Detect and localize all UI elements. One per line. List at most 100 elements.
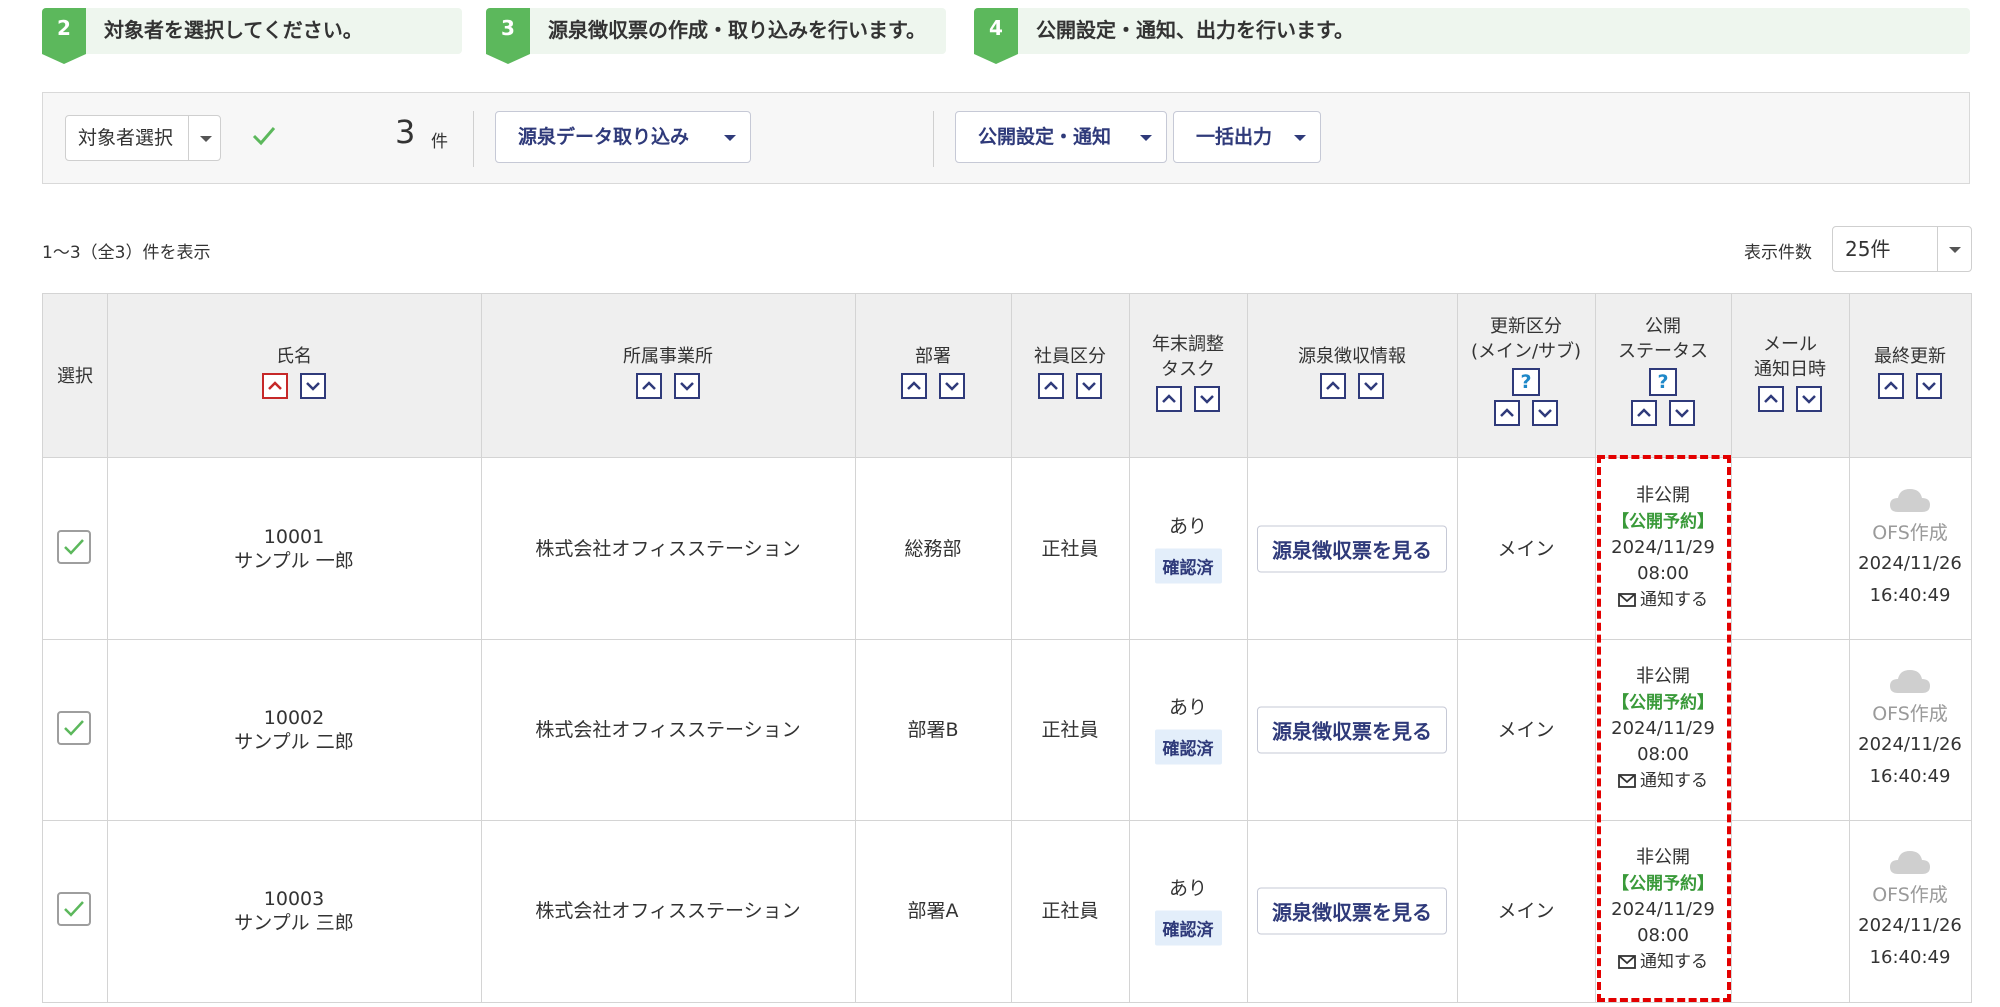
sort-desc-button[interactable]	[938, 373, 965, 399]
office-cell: 株式会社オフィスステーション	[535, 718, 801, 741]
bulk-export-button[interactable]: 一括出力	[1173, 111, 1321, 163]
view-withholding-button[interactable]: 源泉徴収票を見る	[1257, 706, 1447, 753]
import-data-button[interactable]: 源泉データ取り込み	[495, 111, 751, 163]
header-select: 選択	[57, 366, 93, 387]
sort-desc-button[interactable]	[299, 373, 326, 399]
header-mail-notify: メール 通知日時	[1731, 294, 1849, 458]
emp-type-cell: 正社員	[1041, 718, 1099, 741]
header-office: 所属事業所	[481, 294, 855, 458]
sort-desc-button[interactable]	[673, 373, 700, 399]
step-4: 4 公開設定・通知、出力を行います。	[974, 8, 1970, 64]
view-withholding-button[interactable]: 源泉徴収票を見る	[1257, 525, 1447, 572]
header-yearend-task: 年末調整 タスク	[1129, 294, 1247, 458]
step-3: 3 源泉徴収票の作成・取り込みを行います。	[486, 8, 946, 64]
last-update-cell: OFS作成 2024/11/26 16:40:49	[1849, 458, 1971, 639]
row-checkbox[interactable]	[57, 530, 91, 564]
result-count: 1〜3（全3）件を表示	[42, 243, 211, 263]
last-update-cell: OFS作成 2024/11/26 16:40:49	[1849, 820, 1971, 1001]
cloud-icon	[1890, 850, 1930, 874]
target-select-label: 対象者選択	[78, 127, 174, 149]
view-withholding-button[interactable]: 源泉徴収票を見る	[1257, 887, 1447, 934]
chevron-up-icon	[1637, 408, 1652, 417]
office-cell: 株式会社オフィスステーション	[535, 899, 801, 922]
publish-status-cell: 非公開 【公開予約】 2024/11/29 08:00 通知する	[1611, 846, 1715, 972]
chevron-down-icon	[1537, 409, 1552, 418]
withholding-cell: 源泉徴収票を見る	[1247, 458, 1457, 639]
publish-status-cell: 非公開 【公開予約】 2024/11/29 08:00 通知する	[1611, 484, 1715, 610]
sort-asc-button[interactable]	[636, 373, 663, 399]
sort-desc-button[interactable]	[1075, 373, 1102, 399]
sort-asc-button[interactable]	[1156, 386, 1183, 412]
sort-desc-button[interactable]	[1193, 386, 1220, 412]
sort-asc-button[interactable]	[1758, 386, 1785, 412]
check-icon	[64, 720, 84, 736]
sort-asc-button[interactable]	[1878, 373, 1905, 399]
per-page-select[interactable]: 25件	[1832, 226, 1972, 272]
step-number: 2	[42, 8, 86, 64]
update-type-cell: メイン	[1497, 718, 1555, 741]
header-emp-type: 社員区分	[1011, 294, 1129, 458]
table-row: 10003 サンプル 三郎 株式会社オフィスステーション 部署A 正社員 あり 確認…	[43, 820, 1971, 1001]
yearend-task-cell: あり 確認済	[1129, 820, 1247, 1001]
chevron-down-icon	[1921, 382, 1936, 391]
selected-count-unit: 件	[431, 132, 448, 152]
chevron-up-icon	[1326, 381, 1341, 390]
header-name: 氏名	[107, 294, 481, 458]
mail-icon	[1618, 592, 1636, 607]
row-checkbox[interactable]	[57, 711, 91, 745]
sort-asc-button[interactable]	[901, 373, 928, 399]
sort-asc-button[interactable]	[1494, 400, 1521, 426]
emp-type-cell: 正社員	[1041, 537, 1099, 560]
per-page-label: 表示件数	[1744, 243, 1812, 263]
emp-type-cell: 正社員	[1041, 899, 1099, 922]
status-badge: 確認済	[1154, 910, 1222, 945]
yearend-task-cell: あり 確認済	[1129, 639, 1247, 820]
dept-cell: 部署B	[907, 718, 959, 741]
sort-desc-button[interactable]	[1668, 400, 1695, 426]
bulk-export-label: 一括出力	[1196, 126, 1273, 148]
step-number: 4	[974, 8, 1018, 64]
help-icon[interactable]: ?	[1512, 368, 1540, 396]
withholding-cell: 源泉徴収票を見る	[1247, 639, 1457, 820]
sort-desc-button[interactable]	[1795, 386, 1822, 412]
mail-notify-cell	[1731, 639, 1849, 820]
action-toolbar: 対象者選択 3 件 源泉データ取り込み 公開設定・通知 一括出力	[42, 92, 1970, 184]
row-checkbox[interactable]	[57, 892, 91, 926]
chevron-down-icon	[1363, 382, 1378, 391]
chevron-down-icon	[944, 382, 959, 391]
step-bar: 2 対象者を選択してください。 3 源泉徴収票の作成・取り込みを行います。 4 …	[42, 8, 1970, 64]
chevron-down-icon	[1199, 395, 1214, 404]
sort-asc-button[interactable]	[1038, 373, 1065, 399]
target-select-dropdown[interactable]: 対象者選択	[65, 115, 221, 161]
sort-asc-button[interactable]	[1320, 373, 1347, 399]
header-withholding: 源泉徴収情報	[1247, 294, 1457, 458]
per-page-value: 25件	[1845, 237, 1891, 261]
chevron-up-icon	[1044, 381, 1059, 390]
chevron-down-icon	[1081, 382, 1096, 391]
sort-asc-button[interactable]	[1631, 400, 1658, 426]
cloud-icon	[1890, 669, 1930, 693]
table-row: 10001 サンプル 一郎 株式会社オフィスステーション 総務部 正社員 あり 確認…	[43, 458, 1971, 639]
office-cell: 株式会社オフィスステーション	[535, 537, 801, 560]
publish-status-cell: 非公開 【公開予約】 2024/11/29 08:00 通知する	[1611, 665, 1715, 791]
step-number: 3	[486, 8, 530, 64]
publish-settings-button[interactable]: 公開設定・通知	[955, 111, 1167, 163]
status-badge: 確認済	[1154, 729, 1222, 764]
header-dept: 部署	[855, 294, 1011, 458]
check-icon	[252, 127, 276, 146]
sort-asc-button[interactable]	[262, 373, 289, 399]
sort-desc-button[interactable]	[1915, 373, 1942, 399]
chevron-down-icon	[305, 382, 320, 391]
caret-down-icon	[1294, 135, 1306, 141]
withholding-cell: 源泉徴収票を見る	[1247, 820, 1457, 1001]
chevron-up-icon	[907, 381, 922, 390]
sort-desc-button[interactable]	[1357, 373, 1384, 399]
status-badge: 確認済	[1154, 548, 1222, 583]
employee-table: 選択 氏名 所属事業所 部署 社員区分 年末調整 タスク 源泉徴収情報 更新区分…	[42, 293, 1972, 1003]
help-icon[interactable]: ?	[1649, 368, 1677, 396]
name-cell: 10002 サンプル 二郎	[234, 706, 354, 753]
selected-count: 3	[395, 113, 416, 151]
step-2: 2 対象者を選択してください。	[42, 8, 462, 64]
import-data-label: 源泉データ取り込み	[518, 126, 690, 148]
sort-desc-button[interactable]	[1531, 400, 1558, 426]
